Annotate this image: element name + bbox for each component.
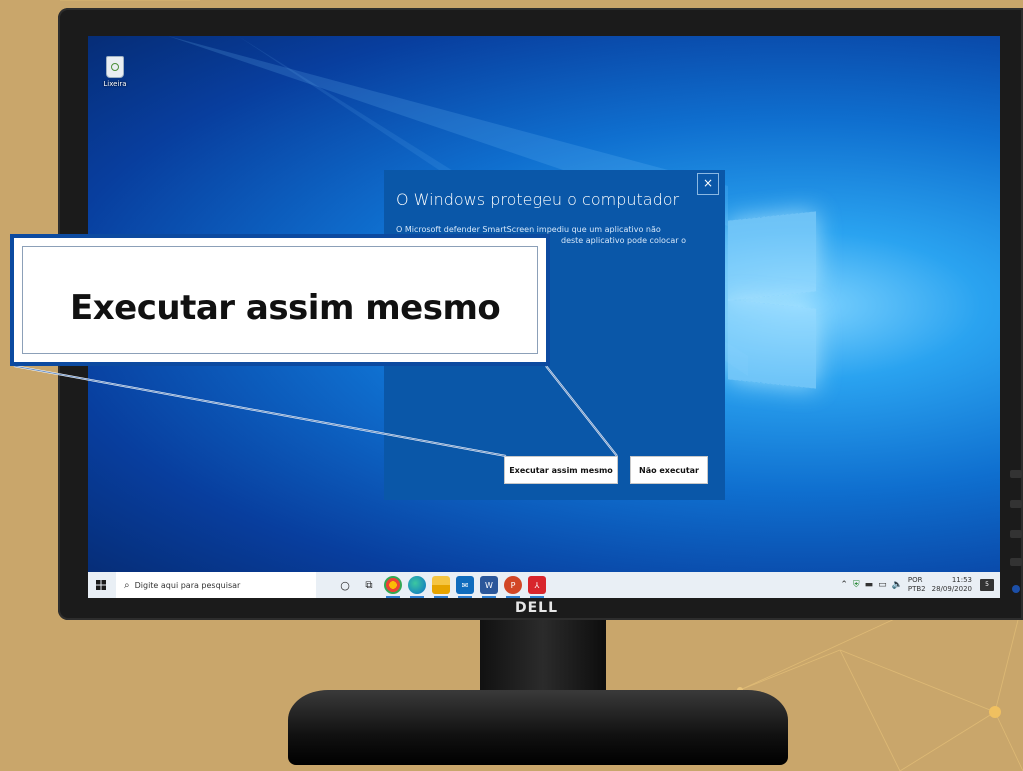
cortana-icon[interactable]: ○ — [336, 576, 354, 594]
show-hidden-icons-chevron-icon[interactable]: ⌃ — [840, 580, 848, 590]
clock-time: 11:53 — [951, 576, 972, 584]
language-code: POR — [907, 576, 923, 584]
taskbar: ⌕ Digite aqui para pesquisar ○ ⧉ ✉ W P ⅄… — [88, 572, 1000, 598]
close-button[interactable]: × — [697, 173, 719, 195]
mail-icon[interactable]: ✉ — [456, 576, 474, 598]
security-icon[interactable]: ⛨ — [853, 580, 860, 590]
dont-run-button[interactable]: Não executar — [630, 456, 708, 484]
recycle-bin-label: Lixeira — [103, 80, 127, 88]
zoom-callout: Executar assim mesmo — [10, 234, 550, 366]
callout-label: Executar assim mesmo — [70, 288, 501, 328]
notification-count: 5 — [985, 581, 989, 588]
clock-date: 28/09/2020 — [931, 585, 972, 593]
search-placeholder: Digite aqui para pesquisar — [134, 580, 241, 590]
acrobat-icon[interactable]: ⅄ — [528, 576, 546, 598]
task-view-icon[interactable]: ⧉ — [360, 576, 378, 594]
notification-center-icon[interactable]: 5 — [980, 579, 994, 591]
display-icon[interactable]: ▭ — [878, 580, 887, 590]
recycle-bin-shortcut[interactable]: Lixeira — [100, 56, 130, 88]
search-icon: ⌕ — [124, 579, 130, 591]
monitor-button[interactable] — [1010, 530, 1022, 538]
volume-icon[interactable]: 🔈 — [892, 580, 903, 590]
run-anyway-button[interactable]: Executar assim mesmo — [504, 456, 618, 484]
system-tray: ⌃ ⛨ ▬ ▭ 🔈 POR PTB2 11:53 28/09/2020 5 — [840, 572, 1000, 598]
windows-start-icon — [96, 580, 106, 590]
file-explorer-icon[interactable] — [432, 576, 450, 598]
keyboard-layout: PTB2 — [907, 585, 926, 593]
clock[interactable]: 11:53 28/09/2020 — [932, 576, 972, 594]
power-led-icon — [1012, 585, 1020, 593]
monitor-brand-logo: DELL — [515, 600, 559, 616]
recycle-bin-icon — [106, 56, 124, 78]
monitor-button[interactable] — [1010, 500, 1022, 508]
edge-icon[interactable] — [408, 576, 426, 598]
monitor-stand-base — [288, 690, 788, 765]
input-language[interactable]: POR PTB2 — [908, 576, 926, 594]
chrome-icon[interactable] — [384, 576, 402, 598]
start-button[interactable] — [92, 572, 110, 598]
taskbar-search-box[interactable]: ⌕ Digite aqui para pesquisar — [116, 572, 316, 598]
word-icon[interactable]: W — [480, 576, 498, 598]
network-icon[interactable]: ▬ — [865, 580, 874, 590]
monitor-button[interactable] — [1010, 470, 1022, 478]
dialog-title: O Windows protegeu o computador — [396, 190, 680, 209]
monitor-button[interactable] — [1010, 558, 1022, 566]
powerpoint-icon[interactable]: P — [504, 576, 522, 598]
